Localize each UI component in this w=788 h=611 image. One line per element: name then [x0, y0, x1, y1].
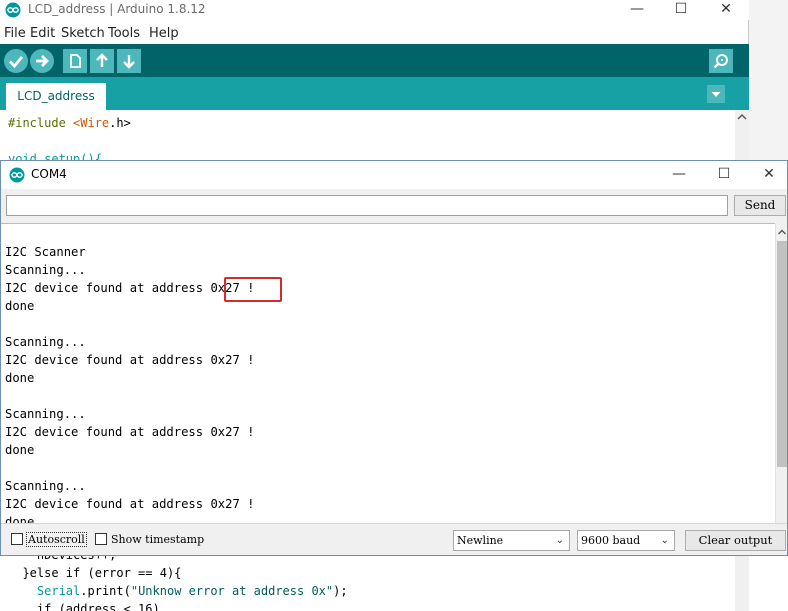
chevron-down-icon: ⌄	[555, 535, 564, 546]
save-sketch-button[interactable]	[117, 49, 141, 73]
verify-button[interactable]	[4, 49, 28, 73]
triangle-down-icon	[711, 92, 721, 97]
close-icon[interactable]: ✕	[711, 0, 741, 20]
scroll-thumb[interactable]	[777, 241, 787, 467]
code-line: if (address < 16)	[8, 602, 160, 611]
menu-bar: File Edit Sketch Tools Help	[0, 24, 749, 44]
code-line: Serial.print("Unknow error at address 0x…	[36, 584, 348, 598]
serial-output[interactable]: I2C Scanner Scanning... I2C device found a…	[1, 223, 775, 523]
send-button[interactable]: Send	[734, 195, 786, 216]
serial-monitor-window: COM4 — ☐ ✕ Send I2C Scanner Scanning... I2…	[0, 160, 788, 556]
background-window	[749, 0, 788, 160]
baud-rate-select[interactable]: 9600 baud ⌄	[577, 530, 675, 551]
timestamp-checkbox[interactable]	[95, 533, 107, 545]
output-line: done	[5, 443, 35, 457]
output-line: I2C device found at address 0x27 !	[5, 353, 255, 367]
output-line: done	[5, 299, 35, 313]
baud-rate-value: 9600 baud	[581, 534, 641, 547]
clear-output-button[interactable]: Clear output	[685, 530, 786, 551]
checkmark-icon	[9, 56, 24, 69]
timestamp-label[interactable]: Show timestamp	[111, 533, 204, 546]
autoscroll-label[interactable]: Autoscroll	[26, 532, 87, 547]
arduino-logo-icon	[9, 167, 25, 186]
output-line: I2C Scanner	[5, 245, 86, 259]
minimize-icon[interactable]: —	[664, 165, 694, 185]
ide-toolbar	[0, 44, 749, 77]
output-line: Scanning...	[5, 407, 86, 421]
send-row: Send	[1, 189, 787, 223]
open-sketch-button[interactable]	[90, 49, 114, 73]
maximize-icon[interactable]: ☐	[666, 0, 696, 20]
maximize-icon[interactable]: ☐	[709, 165, 739, 185]
ide-window-title: LCD_address | Arduino 1.8.12	[28, 2, 206, 16]
arrow-right-icon	[36, 55, 49, 67]
code-line: }else if (error == 4){	[8, 566, 182, 580]
new-sketch-button[interactable]	[63, 49, 87, 73]
scroll-up-icon	[737, 114, 747, 120]
upload-button[interactable]	[30, 49, 54, 73]
output-line: done	[5, 515, 35, 523]
output-line: I2C device found at address 0x27 !	[5, 425, 255, 439]
scroll-up-icon	[778, 229, 786, 235]
menu-help[interactable]: Help	[149, 26, 179, 41]
sketch-tab-bar: LCD_address	[0, 77, 749, 110]
magnifier-icon	[713, 54, 728, 69]
monitor-footer: Autoscroll Show timestamp Newline ⌄ 9600…	[1, 523, 787, 555]
serial-monitor-button[interactable]	[709, 49, 733, 73]
line-ending-value: Newline	[457, 534, 504, 547]
line-ending-select[interactable]: Newline ⌄	[453, 530, 570, 551]
menu-sketch[interactable]: Sketch	[61, 26, 105, 41]
menu-edit[interactable]: Edit	[30, 26, 55, 41]
output-scrollbar[interactable]	[775, 223, 787, 523]
output-line: Scanning...	[5, 479, 86, 493]
output-line: I2C device found at address 0x27 !	[5, 281, 255, 295]
monitor-title: COM4	[31, 167, 67, 181]
output-line: done	[5, 371, 35, 385]
code-line: #include <Wire.h>	[8, 116, 131, 130]
monitor-titlebar: COM4 — ☐ ✕	[1, 161, 787, 189]
close-icon[interactable]: ✕	[754, 165, 784, 185]
arduino-logo-icon	[5, 2, 21, 21]
minimize-icon[interactable]: —	[622, 0, 652, 20]
chevron-down-icon: ⌄	[660, 535, 669, 546]
address-highlight-box	[224, 277, 282, 302]
menu-tools[interactable]: Tools	[108, 26, 140, 41]
output-line: Scanning...	[5, 335, 86, 349]
arrow-down-icon	[123, 55, 135, 69]
autoscroll-checkbox[interactable]	[11, 533, 23, 545]
output-line: I2C device found at address 0x27 !	[5, 497, 255, 511]
output-line: Scanning...	[5, 263, 86, 277]
arrow-up-icon	[96, 53, 108, 67]
serial-input[interactable]	[6, 195, 728, 216]
ide-titlebar: LCD_address | Arduino 1.8.12 — ☐ ✕	[0, 0, 749, 20]
new-file-icon	[70, 54, 81, 68]
menu-file[interactable]: File	[4, 26, 26, 41]
tab-menu-button[interactable]	[707, 85, 725, 103]
tab-lcd-address[interactable]: LCD_address	[6, 83, 106, 110]
